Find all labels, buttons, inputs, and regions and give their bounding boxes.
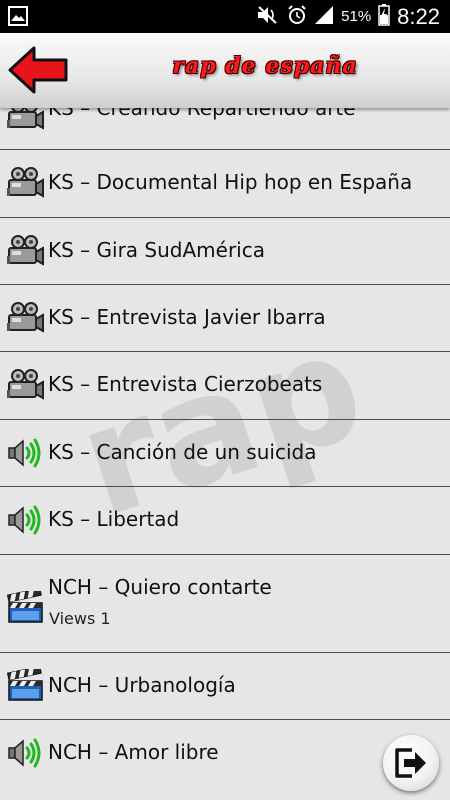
video-camera-icon bbox=[6, 166, 44, 200]
mute-icon bbox=[256, 5, 280, 29]
clapperboard-icon bbox=[6, 665, 44, 703]
video-camera-icon bbox=[6, 234, 44, 268]
list-item[interactable]: NCH – Urbanología bbox=[0, 653, 450, 720]
list-item-title: KS – Libertad bbox=[48, 507, 180, 531]
list-item-title: KS – Documental Hip hop en España bbox=[48, 170, 413, 194]
page-title: rap de españa bbox=[172, 53, 358, 79]
list-item[interactable]: KS – Gira SudAmérica bbox=[0, 218, 450, 285]
list-item-title: NCH – Urbanología bbox=[48, 673, 236, 697]
clapperboard-icon bbox=[6, 587, 44, 625]
list-item-title: KS – Gira SudAmérica bbox=[48, 238, 265, 262]
list-item[interactable]: KS – Canción de un suicida bbox=[0, 420, 450, 487]
content-list[interactable]: rap KS – Creando Repartiendo arte KS – Do… bbox=[0, 108, 450, 800]
speaker-icon bbox=[6, 436, 44, 470]
list-item-title: KS – Creando Repartiendo arte bbox=[48, 108, 356, 120]
list-item[interactable]: KS – Creando Repartiendo arte bbox=[0, 108, 450, 150]
list-item-title: NCH – Quiero contarte bbox=[48, 575, 272, 599]
list-item-subtitle: Views 1 bbox=[49, 609, 111, 628]
list-item[interactable]: KS – Entrevista Javier Ibarra bbox=[0, 285, 450, 352]
signal-icon bbox=[314, 5, 334, 29]
list-item[interactable]: KS – Entrevista Cierzobeats bbox=[0, 352, 450, 420]
back-button[interactable] bbox=[8, 45, 70, 95]
video-camera-icon bbox=[6, 301, 44, 335]
speaker-icon bbox=[6, 503, 44, 537]
battery-percent: 51% bbox=[341, 8, 372, 25]
list-item[interactable]: NCH – Quiero contarte Views 1 bbox=[0, 555, 450, 653]
list-item-title: KS – Entrevista Javier Ibarra bbox=[48, 305, 326, 329]
arrow-left-icon bbox=[8, 46, 68, 94]
alarm-icon bbox=[287, 4, 307, 29]
list-item-title: KS – Canción de un suicida bbox=[48, 440, 317, 464]
app-header: rap de españa bbox=[0, 33, 450, 108]
list-item-title: KS – Entrevista Cierzobeats bbox=[48, 372, 323, 396]
speaker-icon bbox=[6, 736, 44, 770]
video-camera-icon bbox=[6, 108, 44, 132]
list-item[interactable]: KS – Documental Hip hop en España bbox=[0, 150, 450, 218]
video-camera-icon bbox=[6, 368, 44, 402]
status-bar: 51% 8:22 bbox=[0, 0, 450, 33]
list-item[interactable]: KS – Libertad bbox=[0, 487, 450, 555]
screenshot-icon bbox=[8, 6, 28, 30]
clock-time: 8:22 bbox=[397, 3, 440, 29]
battery-icon bbox=[378, 3, 390, 30]
exit-icon bbox=[395, 748, 426, 778]
exit-button[interactable] bbox=[383, 735, 439, 791]
list-item-title: NCH – Amor libre bbox=[48, 740, 219, 764]
